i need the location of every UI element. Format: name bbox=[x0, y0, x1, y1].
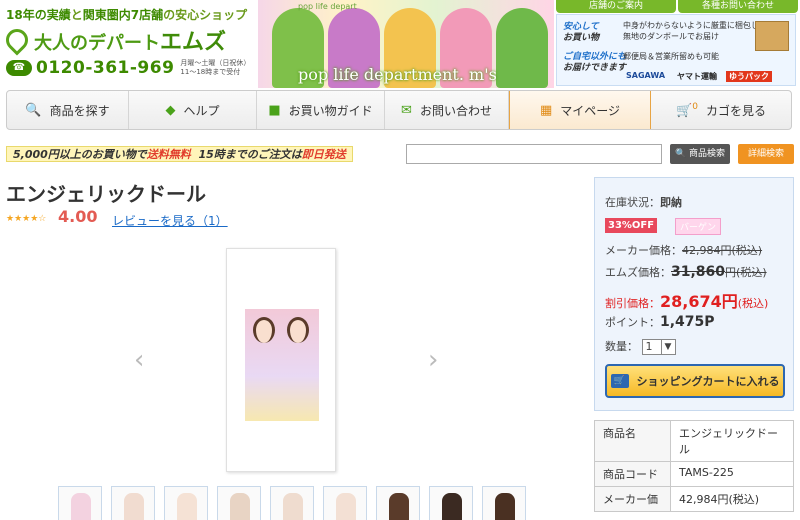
yupack-logo: ゆうパック bbox=[726, 71, 773, 82]
heart-logo-icon bbox=[1, 24, 33, 56]
table-row: メーカー価 42,984円(税込) bbox=[594, 486, 794, 512]
nav-label: お買い物ガイド bbox=[288, 103, 373, 118]
thumbnail[interactable] bbox=[323, 486, 367, 520]
banner-subtext: pop life depart bbox=[298, 2, 357, 11]
product-spec-table: 商品名 エンジェリックドール 商品コード TAMS-225 メーカー価 42,9… bbox=[594, 420, 794, 512]
site-header: 18年の実績と関東圏内7店舗の安心ショップ 大人のデパートエムズ ☎ 0120-… bbox=[0, 0, 800, 88]
next-image-arrow[interactable]: › bbox=[428, 345, 438, 375]
search-input[interactable] bbox=[406, 144, 662, 164]
thumbnail[interactable] bbox=[58, 486, 102, 520]
store-tabs: 店舗のご案内 各種お問い合わせ bbox=[556, 0, 800, 13]
slogan: 18年の実績と関東圏内7店舗の安心ショップ bbox=[6, 8, 248, 22]
business-hours: 月曜～土曜（日祝休） 11～18時まで受付 bbox=[180, 59, 251, 76]
rating-value: 4.00 bbox=[58, 207, 98, 226]
banner-text: pop life department. m's bbox=[298, 65, 497, 84]
character-image bbox=[496, 8, 548, 88]
cart-icon: 🛒0 bbox=[676, 101, 698, 119]
cart-button-label: ショッピングカートに入れる bbox=[636, 375, 780, 388]
shipping-info-box: 安心して お買い物 中身がわからないように厳重に梱包した上、 無地のダンボールで… bbox=[556, 14, 796, 86]
quantity-row: 数量： 1 ▼ bbox=[605, 338, 676, 355]
thumbnail[interactable] bbox=[164, 486, 208, 520]
spec-key: 商品名 bbox=[594, 420, 671, 462]
chevron-down-icon: ▼ bbox=[660, 340, 675, 354]
store-guide-link[interactable]: 店舗のご案内 bbox=[556, 0, 676, 13]
thumbnail[interactable] bbox=[270, 486, 314, 520]
ems-price-row: エムズ価格：31,860円(税込) bbox=[605, 264, 767, 280]
doll-face bbox=[287, 317, 309, 343]
bargain-badge: バーゲン bbox=[675, 218, 722, 235]
spec-value: TAMS-225 bbox=[670, 461, 794, 487]
doll-face bbox=[253, 317, 275, 343]
mail-icon: ✉ bbox=[401, 102, 412, 118]
contact-link[interactable]: 各種お問い合わせ bbox=[678, 0, 798, 13]
package-artwork bbox=[245, 309, 319, 421]
logo-text: 大人のデパートエムズ bbox=[34, 30, 227, 55]
info-label: お買い物 bbox=[563, 33, 600, 43]
thumbnail[interactable] bbox=[429, 486, 473, 520]
info-desc: 郵便局＆営業所留めも可能 bbox=[623, 52, 719, 61]
advanced-search-button[interactable]: 詳細検索 bbox=[738, 144, 794, 164]
quantity-select[interactable]: 1 ▼ bbox=[641, 339, 676, 355]
nav-mypage[interactable]: ▦ マイページ bbox=[509, 91, 651, 129]
nav-guide[interactable]: ■ お買い物ガイド bbox=[257, 91, 385, 129]
nav-label: マイページ bbox=[560, 103, 621, 118]
site-logo[interactable]: 大人のデパートエムズ bbox=[1, 24, 227, 56]
nav-search[interactable]: 🔍 商品を探す bbox=[7, 91, 129, 129]
info-label: お届けできます bbox=[563, 63, 627, 73]
sale-price-row: 割引価格：28,674円(税込) bbox=[605, 292, 769, 311]
carrier-logos: SAGAWA ヤマト運輸 ゆうパック bbox=[623, 71, 773, 82]
review-link[interactable]: レビューを見る（1） bbox=[112, 212, 228, 229]
bag-icon: ■ bbox=[268, 102, 281, 118]
rating-stars: ★★★★☆ bbox=[6, 214, 47, 224]
thumbnail[interactable] bbox=[376, 486, 420, 520]
prev-image-arrow[interactable]: ‹ bbox=[134, 345, 144, 375]
product-main-image[interactable] bbox=[226, 248, 336, 472]
thumbnail[interactable] bbox=[111, 486, 155, 520]
spec-value: 42,984円(税込) bbox=[670, 486, 794, 512]
nav-help[interactable]: ◆ ヘルプ bbox=[129, 91, 257, 129]
nav-contact[interactable]: ✉ お問い合わせ bbox=[385, 91, 509, 129]
thumbnail-strip bbox=[58, 486, 526, 520]
product-title: エンジェリックドール bbox=[6, 182, 206, 206]
stock-status: 在庫状況：即納 bbox=[605, 196, 682, 209]
phone-block: ☎ 0120-361-969 月曜～土曜（日祝休） 11～18時まで受付 bbox=[6, 58, 250, 78]
promo-banner: 5,000円以上のお買い物で送料無料 15時までのご注文は即日発送 bbox=[6, 146, 353, 162]
beginner-icon: ◆ bbox=[165, 102, 176, 118]
table-row: 商品コード TAMS-225 bbox=[594, 461, 794, 487]
nav-label: カゴを見る bbox=[705, 103, 766, 118]
cart-count: 0 bbox=[692, 101, 698, 112]
cart-icon: 🛒 bbox=[610, 374, 629, 388]
sagawa-logo: SAGAWA bbox=[626, 71, 666, 80]
purchase-panel: 在庫状況：即納 33%OFF バーゲン メーカー価格：42,984円(税込) エ… bbox=[594, 177, 794, 411]
nav-label: ヘルプ bbox=[183, 103, 220, 118]
nav-cart[interactable]: 🛒0 カゴを見る bbox=[651, 91, 791, 129]
add-to-cart-button[interactable]: 🛒 ショッピングカートに入れる bbox=[605, 364, 785, 398]
points-row: ポイント：1,475P bbox=[605, 314, 715, 330]
phone-number: 0120-361-969 bbox=[36, 58, 175, 78]
search-icon: 🔍 bbox=[25, 102, 42, 118]
maker-price-row: メーカー価格：42,984円(税込) bbox=[605, 244, 763, 257]
table-row: 商品名 エンジェリックドール bbox=[594, 420, 794, 462]
yamato-logo: ヤマト運輸 bbox=[677, 72, 718, 81]
freedial-icon: ☎ bbox=[6, 60, 32, 76]
thumbnail[interactable] bbox=[482, 486, 526, 520]
nav-label: 商品を探す bbox=[49, 103, 110, 118]
discount-badge: 33%OFF bbox=[605, 218, 658, 233]
calendar-icon: ▦ bbox=[539, 102, 553, 118]
cardboard-box-icon bbox=[755, 21, 789, 51]
nav-label: お問い合わせ bbox=[419, 103, 492, 118]
thumbnail[interactable] bbox=[217, 486, 261, 520]
header-banner[interactable]: pop life depart pop life department. m's bbox=[258, 0, 554, 88]
main-nav: 🔍 商品を探す ◆ ヘルプ ■ お買い物ガイド ✉ お問い合わせ ▦ マイページ… bbox=[6, 90, 792, 130]
spec-key: 商品コード bbox=[594, 461, 671, 487]
search-button[interactable]: 🔍 商品検索 bbox=[670, 144, 730, 164]
spec-key: メーカー価 bbox=[594, 486, 671, 512]
spec-value: エンジェリックドール bbox=[670, 420, 794, 462]
